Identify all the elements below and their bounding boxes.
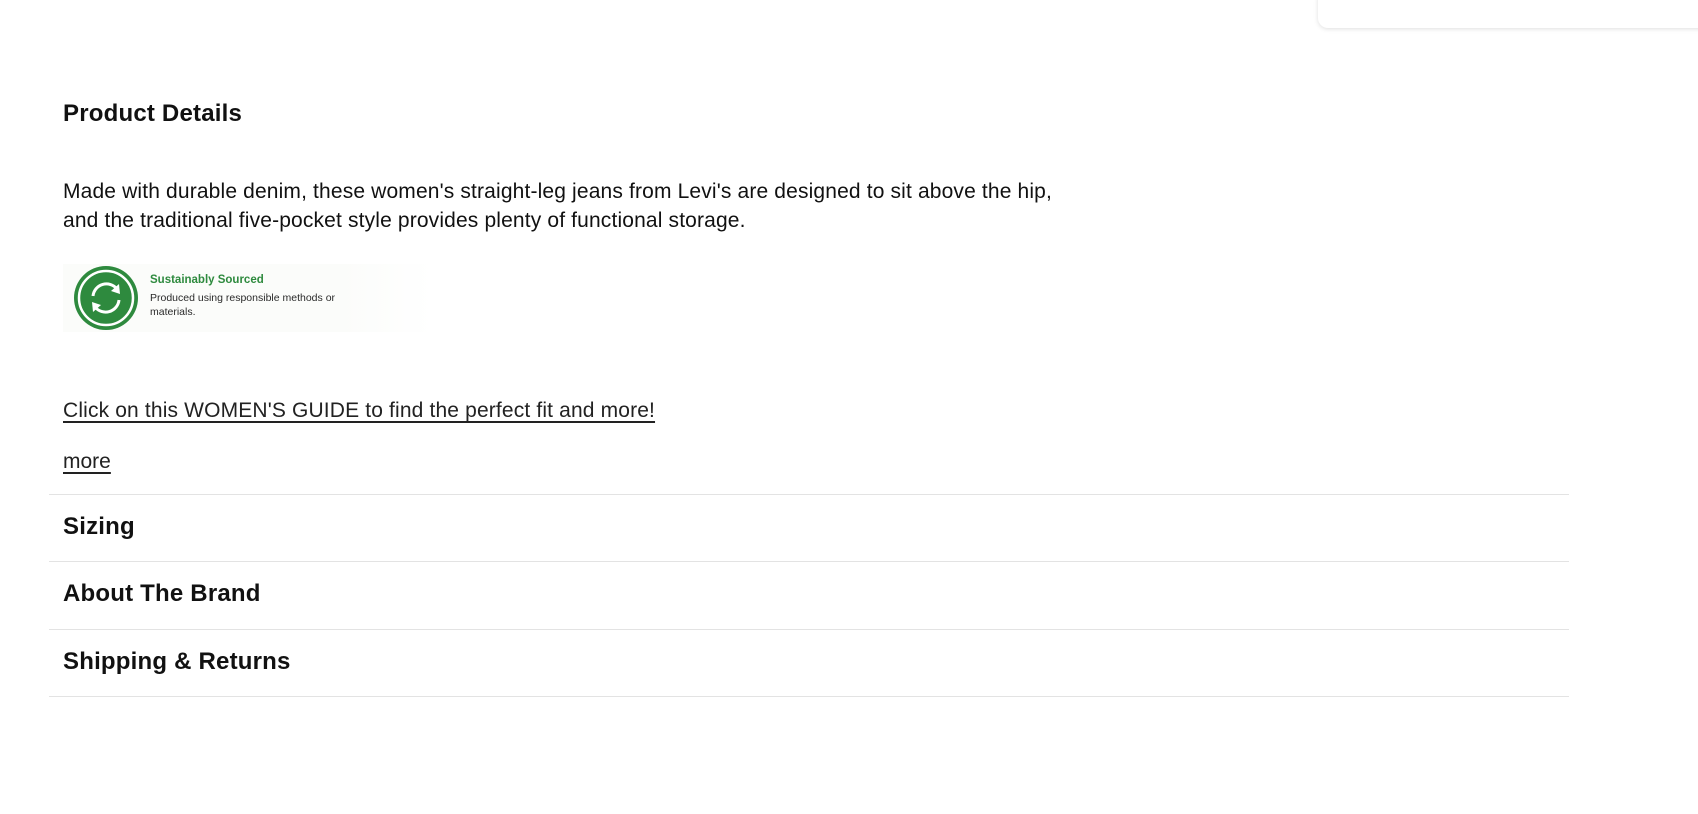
badge-title: Sustainably Sourced bbox=[150, 274, 264, 286]
recycle-arrows-icon bbox=[74, 266, 138, 330]
accordion-label: Shipping & Returns bbox=[63, 648, 291, 675]
womens-guide-link[interactable]: Click on this WOMEN'S GUIDE to find the … bbox=[63, 399, 655, 423]
more-link[interactable]: more bbox=[63, 450, 111, 474]
product-page: Product Details Made with durable denim,… bbox=[0, 0, 1698, 814]
accordion-about-the-brand[interactable]: About The Brand bbox=[49, 561, 1569, 628]
accordion-label: Sizing bbox=[63, 513, 135, 540]
product-description: Made with durable denim, these women's s… bbox=[63, 180, 1052, 232]
top-floating-card bbox=[1318, 0, 1698, 28]
accordion-sizing[interactable]: Sizing bbox=[49, 494, 1569, 561]
badge-text: Produced using responsible methods or ma… bbox=[150, 292, 336, 318]
accordion-shipping-returns[interactable]: Shipping & Returns bbox=[49, 629, 1569, 697]
sustainably-sourced-badge: Sustainably Sourced Produced using respo… bbox=[63, 264, 433, 332]
product-details-heading: Product Details bbox=[63, 100, 243, 127]
accordion-label: About The Brand bbox=[63, 580, 261, 607]
